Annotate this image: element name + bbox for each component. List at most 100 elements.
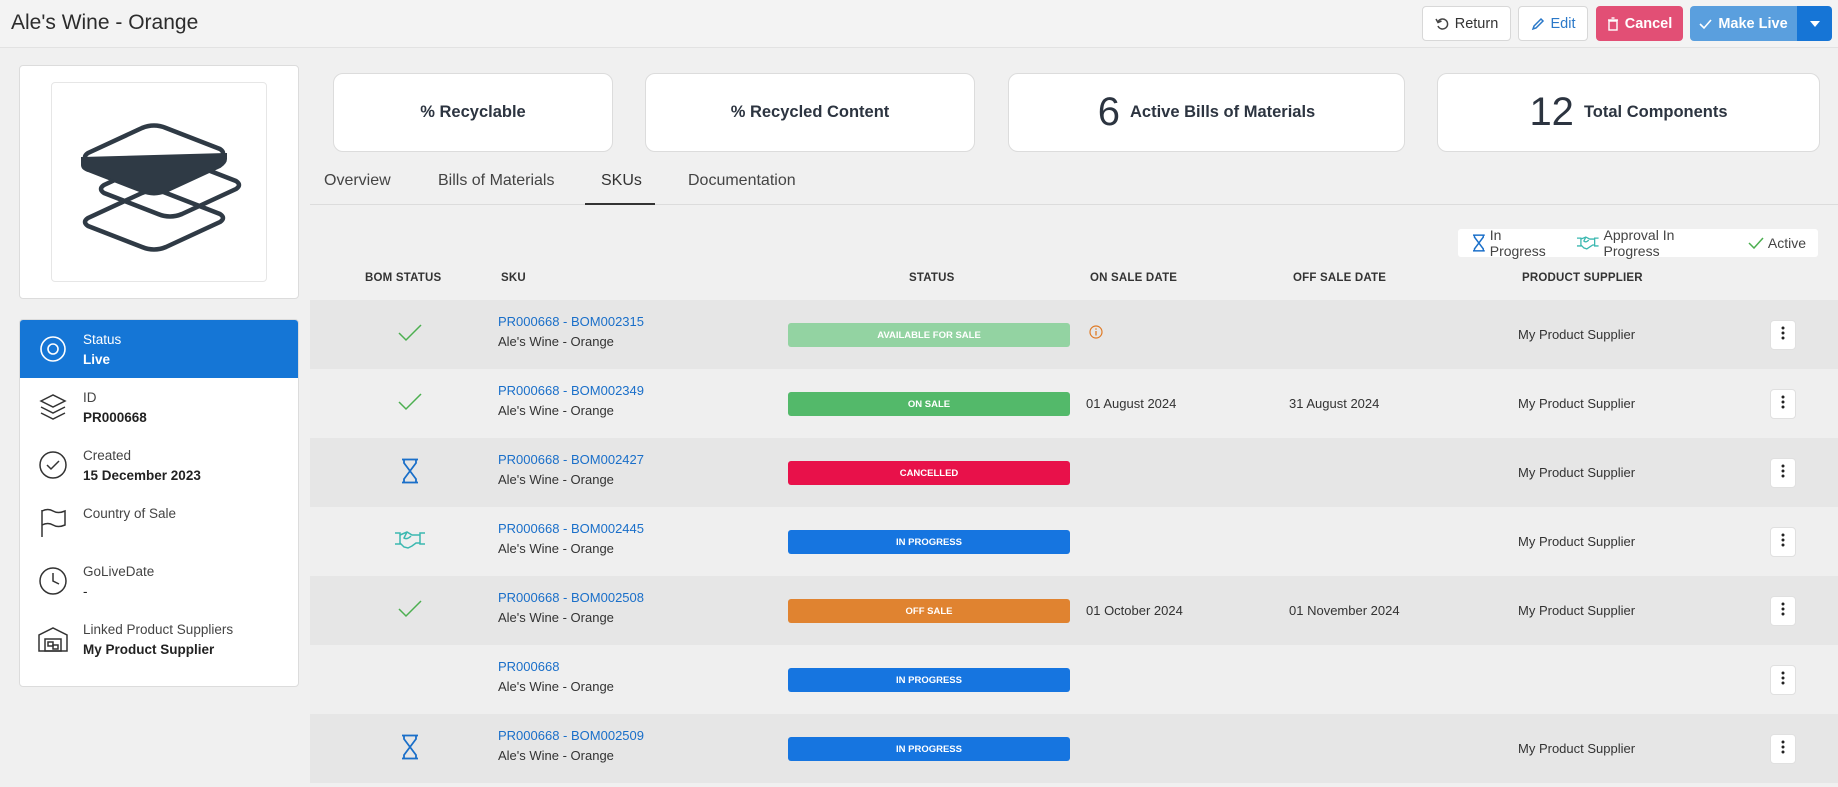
- row-actions-button[interactable]: [1770, 389, 1796, 419]
- more-vertical-icon: [1781, 533, 1785, 552]
- status-badge: IN PROGRESS: [788, 668, 1070, 692]
- bom-status-cell: [380, 458, 440, 488]
- more-vertical-icon: [1781, 671, 1785, 690]
- info-created: Created 15 December 2023: [20, 436, 298, 494]
- sku-name: Ale's Wine - Orange: [498, 748, 614, 763]
- status-badge: CANCELLED: [788, 461, 1070, 485]
- sku-link[interactable]: PR000668 - BOM002445: [498, 521, 644, 536]
- table-row: PR000668 - BOM002445 Ale's Wine - Orange I…: [310, 507, 1838, 576]
- legend-approval-in-progress-label: Approval In Progress: [1603, 227, 1675, 259]
- product-supplier: My Product Supplier: [1518, 327, 1636, 342]
- info-suppliers: Linked Product Suppliers My Product Supp…: [20, 610, 298, 668]
- hourglass-icon: [1472, 234, 1485, 252]
- layers-icon: [81, 123, 242, 252]
- info-golive: GoLiveDate -: [20, 552, 298, 610]
- product-info-card: Status Live ID PR000668 Created 15 Decem…: [19, 319, 299, 687]
- tab-documentation[interactable]: Documentation: [688, 172, 796, 205]
- stat-active-boms-label: Active Bills of Materials: [1130, 103, 1316, 121]
- col-header-status: STATUS: [909, 272, 955, 284]
- stat-recycled-content: % Recycled Content: [645, 73, 975, 152]
- bom-status-cell: [380, 665, 440, 695]
- id-label: ID: [83, 390, 97, 405]
- off-sale-date: 31 August 2024: [1289, 396, 1380, 411]
- more-vertical-icon: [1781, 326, 1785, 345]
- table-row: PR000668 - BOM002508 Ale's Wine - Orange O…: [310, 576, 1838, 645]
- bom-status-cell: [380, 596, 440, 626]
- sku-link[interactable]: PR000668: [498, 659, 559, 674]
- status-badge: ON SALE: [788, 392, 1070, 416]
- handshake-icon: [1576, 236, 1599, 250]
- sku-name: Ale's Wine - Orange: [498, 679, 614, 694]
- page-header: Ale's Wine - Orange Return Edit Cancel M…: [0, 0, 1838, 48]
- legend-in-progress: In Progress: [1472, 227, 1560, 259]
- legend-in-progress-label: In Progress: [1489, 227, 1546, 259]
- tab-bills-of-materials[interactable]: Bills of Materials: [438, 172, 554, 205]
- sku-name: Ale's Wine - Orange: [498, 610, 614, 625]
- row-actions-button[interactable]: [1770, 665, 1796, 695]
- sku-link[interactable]: PR000668 - BOM002427: [498, 452, 644, 467]
- golive-value: -: [83, 584, 88, 599]
- hourglass-icon: [401, 734, 419, 765]
- tab-bar: Overview Bills of Materials SKUs Documen…: [310, 164, 1838, 205]
- info-icon[interactable]: [1089, 325, 1103, 342]
- table-row: PR000668 - BOM002509 Ale's Wine - Orange I…: [310, 714, 1838, 783]
- sku-link[interactable]: PR000668 - BOM002315: [498, 314, 644, 329]
- table-row: PR000668 - BOM002315 Ale's Wine - Orange A…: [310, 300, 1838, 369]
- check-icon: [1699, 18, 1712, 29]
- legend-active: Active: [1748, 235, 1806, 251]
- clock-icon: [36, 564, 70, 598]
- info-status: Status Live: [20, 320, 298, 378]
- sku-name: Ale's Wine - Orange: [498, 334, 614, 349]
- sku-name: Ale's Wine - Orange: [498, 472, 614, 487]
- page-title: Ale's Wine - Orange: [11, 11, 199, 34]
- col-header-sku: SKU: [501, 272, 526, 284]
- row-actions-button[interactable]: [1770, 320, 1796, 350]
- make-live-label: Make Live: [1718, 15, 1788, 32]
- sku-link[interactable]: PR000668 - BOM002349: [498, 383, 644, 398]
- row-actions-button[interactable]: [1770, 458, 1796, 488]
- stat-total-components: 12 Total Components: [1437, 73, 1820, 152]
- more-vertical-icon: [1781, 740, 1785, 759]
- on-sale-date: 01 October 2024: [1086, 603, 1183, 618]
- product-image: [51, 82, 267, 282]
- table-row: PR000668 - BOM002349 Ale's Wine - Orange O…: [310, 369, 1838, 438]
- return-button[interactable]: Return: [1422, 6, 1511, 41]
- id-value: PR000668: [83, 410, 147, 425]
- hourglass-icon: [401, 458, 419, 489]
- make-live-dropdown-button[interactable]: [1797, 6, 1832, 41]
- col-header-on-sale-date: ON SALE DATE: [1090, 272, 1178, 284]
- check-icon: [1748, 237, 1764, 249]
- make-live-button[interactable]: Make Live: [1690, 6, 1797, 41]
- info-id: ID PR000668: [20, 378, 298, 436]
- bom-status-cell: [380, 320, 440, 350]
- on-sale-date: 01 August 2024: [1086, 396, 1177, 411]
- col-header-bom-status: BOM STATUS: [365, 272, 442, 284]
- table-row: PR000668 Ale's Wine - Orange IN PROGRESS: [310, 645, 1838, 714]
- col-header-off-sale-date: OFF SALE DATE: [1293, 272, 1387, 284]
- edit-label: Edit: [1550, 15, 1576, 32]
- tab-skus[interactable]: SKUs: [585, 172, 655, 205]
- stat-recyclable: % Recyclable: [333, 73, 613, 152]
- tab-overview[interactable]: Overview: [324, 172, 391, 205]
- suppliers-label: Linked Product Suppliers: [83, 622, 234, 637]
- edit-button[interactable]: Edit: [1518, 6, 1588, 41]
- status-badge: OFF SALE: [788, 599, 1070, 623]
- row-actions-button[interactable]: [1770, 734, 1796, 764]
- cancel-button[interactable]: Cancel: [1596, 6, 1683, 41]
- sku-link[interactable]: PR000668 - BOM002508: [498, 590, 644, 605]
- legend-active-label: Active: [1767, 235, 1806, 251]
- row-actions-button[interactable]: [1770, 527, 1796, 557]
- sku-link[interactable]: PR000668 - BOM002509: [498, 728, 644, 743]
- status-label: Status: [83, 332, 122, 347]
- stat-active-boms: 6 Active Bills of Materials: [1008, 73, 1405, 152]
- layers-icon: [36, 390, 70, 424]
- row-actions-button[interactable]: [1770, 596, 1796, 626]
- status-value: Live: [83, 352, 111, 367]
- check-icon: [398, 599, 422, 623]
- table-row: PR000668 - BOM002427 Ale's Wine - Orange C…: [310, 438, 1838, 507]
- cancel-label: Cancel: [1624, 15, 1673, 32]
- product-supplier: My Product Supplier: [1518, 396, 1636, 411]
- status-badge: IN PROGRESS: [788, 737, 1070, 761]
- stat-total-components-count: 12: [1529, 90, 1574, 134]
- handshake-icon: [394, 530, 426, 555]
